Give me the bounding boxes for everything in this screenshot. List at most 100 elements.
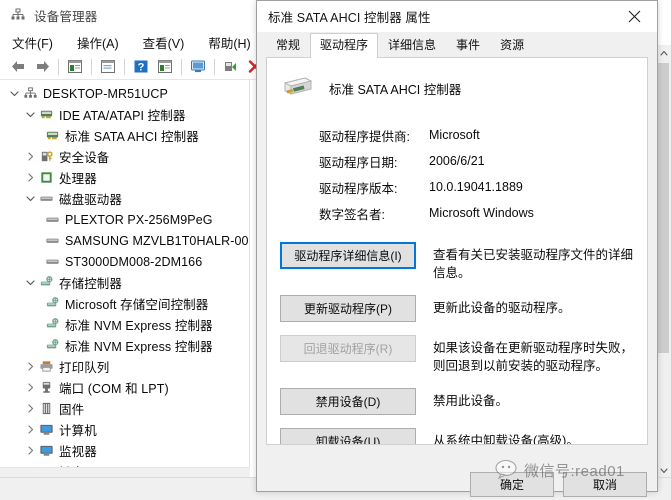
tree-item-microsoft-storage-spaces-controller[interactable]: Microsoft 存储空间控制器 [0,293,249,314]
tree-item-firmware[interactable]: 固件 [0,398,249,419]
close-icon[interactable] [612,2,657,32]
enable-device-icon[interactable] [219,56,243,78]
chevron-down-icon[interactable] [22,107,38,123]
toolbar-separator [58,58,59,75]
info-value: Microsoft [429,128,480,142]
tab-details[interactable]: 详细信息 [378,33,446,57]
menu-action[interactable]: 操作(A) [75,32,121,53]
tree-item-disk-drives[interactable]: 磁盘驱动器 [0,188,249,209]
chevron-right-icon[interactable] [22,380,38,396]
info-row: 驱动程序日期: 2006/6/21 [319,148,647,174]
tree-item-label: 计算机 [59,424,97,438]
chevron-down-icon[interactable] [22,191,38,207]
action-description: 从系统中卸载设备(高级)。 [433,434,579,445]
properties-icon[interactable] [63,56,87,78]
tree-item-storage-controllers[interactable]: 存储控制器 [0,272,249,293]
chevron-right-icon[interactable] [22,170,38,186]
ide-controller-icon [38,107,54,123]
processor-icon [38,170,54,186]
driver-info-table: 驱动程序提供商: Microsoft 驱动程序日期: 2006/6/21 驱动程… [319,122,647,226]
info-key: 驱动程序提供商: [319,129,410,144]
info-row: 驱动程序提供商: Microsoft [319,122,647,148]
tab-resources[interactable]: 资源 [490,33,534,57]
action-row: 禁用设备(D) 禁用此设备。 [267,388,647,415]
toolbar-separator [124,58,125,75]
storage-controller-icon [38,275,54,291]
show-hidden-devices-icon[interactable] [153,56,177,78]
tree-item-label: SAMSUNG MZVLB1T0HALR-000L7 [65,233,250,248]
tree-item-nvme-controller-2[interactable]: 标准 NVM Express 控制器 [0,335,249,356]
device-tree[interactable]: DESKTOP-MR51UCP IDE ATA/ATAPI 控制器 标准 SAT… [0,80,250,468]
tree-item-standard-sata-ahci-controller[interactable]: 标准 SATA AHCI 控制器 [0,125,249,146]
tree-item-label: 固件 [59,403,85,417]
tree-item-label: 打印队列 [59,361,110,375]
info-value: 2006/6/21 [429,154,485,168]
tab-events[interactable]: 事件 [446,33,490,57]
chevron-right-icon[interactable] [22,149,38,165]
info-value: 10.0.19041.1889 [429,180,523,194]
dialog-tabstrip: 常规 驱动程序 详细信息 事件 资源 [257,32,657,58]
menu-view[interactable]: 查看(V) [141,32,187,53]
dialog-footer: 确定 取消 [470,472,647,497]
menu-help[interactable]: 帮助(H) [206,32,252,53]
chevron-right-icon[interactable] [22,401,38,417]
scrollbar-thumb[interactable] [658,63,669,353]
toolbar-separator [214,58,215,75]
action-description: 查看有关已安装驱动程序文件的详细信息。 [433,248,634,280]
tree-item-processors[interactable]: 处理器 [0,167,249,188]
chevron-right-icon[interactable] [22,422,38,438]
chevron-right-icon[interactable] [22,359,38,375]
tree-item-desktop[interactable]: DESKTOP-MR51UCP [0,83,249,104]
ide-controller-icon [44,128,60,144]
tree-item-seagate-disk[interactable]: ST3000DM008-2DM166 [0,251,249,272]
tree-item-label: 处理器 [59,172,97,186]
tree-item-label: 标准 NVM Express 控制器 [65,319,213,333]
monitor-icon [38,443,54,459]
cancel-button[interactable]: 取消 [563,472,647,497]
action-description: 如果该设备在更新驱动程序时失败，则回退到以前安装的驱动程序。 [433,341,634,373]
tree-item-ide-controllers[interactable]: IDE ATA/ATAPI 控制器 [0,104,249,125]
disk-drive-icon [44,212,60,228]
ok-button[interactable]: 确定 [470,472,554,497]
tab-driver[interactable]: 驱动程序 [310,33,379,58]
back-arrow-icon[interactable] [6,56,30,78]
tree-item-print-queues[interactable]: 打印队列 [0,356,249,377]
device-name: 标准 SATA AHCI 控制器 [329,83,462,97]
scroll-up-arrow-icon[interactable] [656,45,671,60]
tree-item-ports[interactable]: 端口 (COM 和 LPT) [0,377,249,398]
info-value: Microsoft Windows [429,206,534,220]
driver-details-button[interactable]: 驱动程序详细信息(I) [280,242,416,269]
tree-item-label: 存储控制器 [59,277,123,291]
tree-item-label: ST3000DM008-2DM166 [65,254,203,269]
scroll-down-arrow-icon[interactable] [656,463,671,478]
tree-item-nvme-controller-1[interactable]: 标准 NVM Express 控制器 [0,314,249,335]
uninstall-device-button[interactable]: 卸载设备(U) [280,428,416,444]
driver-actions: 驱动程序详细信息(I) 查看有关已安装驱动程序文件的详细信息。 更新驱动程序(P… [267,242,647,445]
action-row: 更新驱动程序(P) 更新此设备的驱动程序。 [267,295,647,322]
security-device-icon [38,149,54,165]
chevron-right-icon[interactable] [22,443,38,459]
menu-file[interactable]: 文件(F) [10,32,55,53]
update-driver-button[interactable]: 更新驱动程序(P) [280,295,416,322]
forward-arrow-icon[interactable] [30,56,54,78]
help-icon[interactable]: ? [129,56,153,78]
scan-hardware-changes-icon[interactable] [186,56,210,78]
tree-item-security-devices[interactable]: 安全设备 [0,146,249,167]
tree-item-monitors[interactable]: 监视器 [0,440,249,461]
update-driver-icon[interactable] [96,56,120,78]
tab-general[interactable]: 常规 [266,33,310,57]
chevron-down-icon[interactable] [22,275,38,291]
device-properties-dialog: 标准 SATA AHCI 控制器 属性 常规 驱动程序 详细信息 事件 资源 标… [256,0,658,497]
chevron-down-icon[interactable] [6,86,22,102]
tree-item-computer[interactable]: 计算机 [0,419,249,440]
tree-item-label: 标准 SATA AHCI 控制器 [65,130,199,144]
tree-item-label: Microsoft 存储空间控制器 [65,298,209,312]
action-description: 更新此设备的驱动程序。 [433,301,571,315]
disable-device-button[interactable]: 禁用设备(D) [280,388,416,415]
tree-item-samsung-disk[interactable]: SAMSUNG MZVLB1T0HALR-000L7 [0,230,249,251]
print-queue-icon [38,359,54,375]
action-description: 禁用此设备。 [433,394,509,408]
tree-item-label: IDE ATA/ATAPI 控制器 [59,109,186,123]
dialog-title: 标准 SATA AHCI 控制器 属性 [268,11,431,25]
tree-item-plextor-disk[interactable]: PLEXTOR PX-256M9PeG [0,209,249,230]
